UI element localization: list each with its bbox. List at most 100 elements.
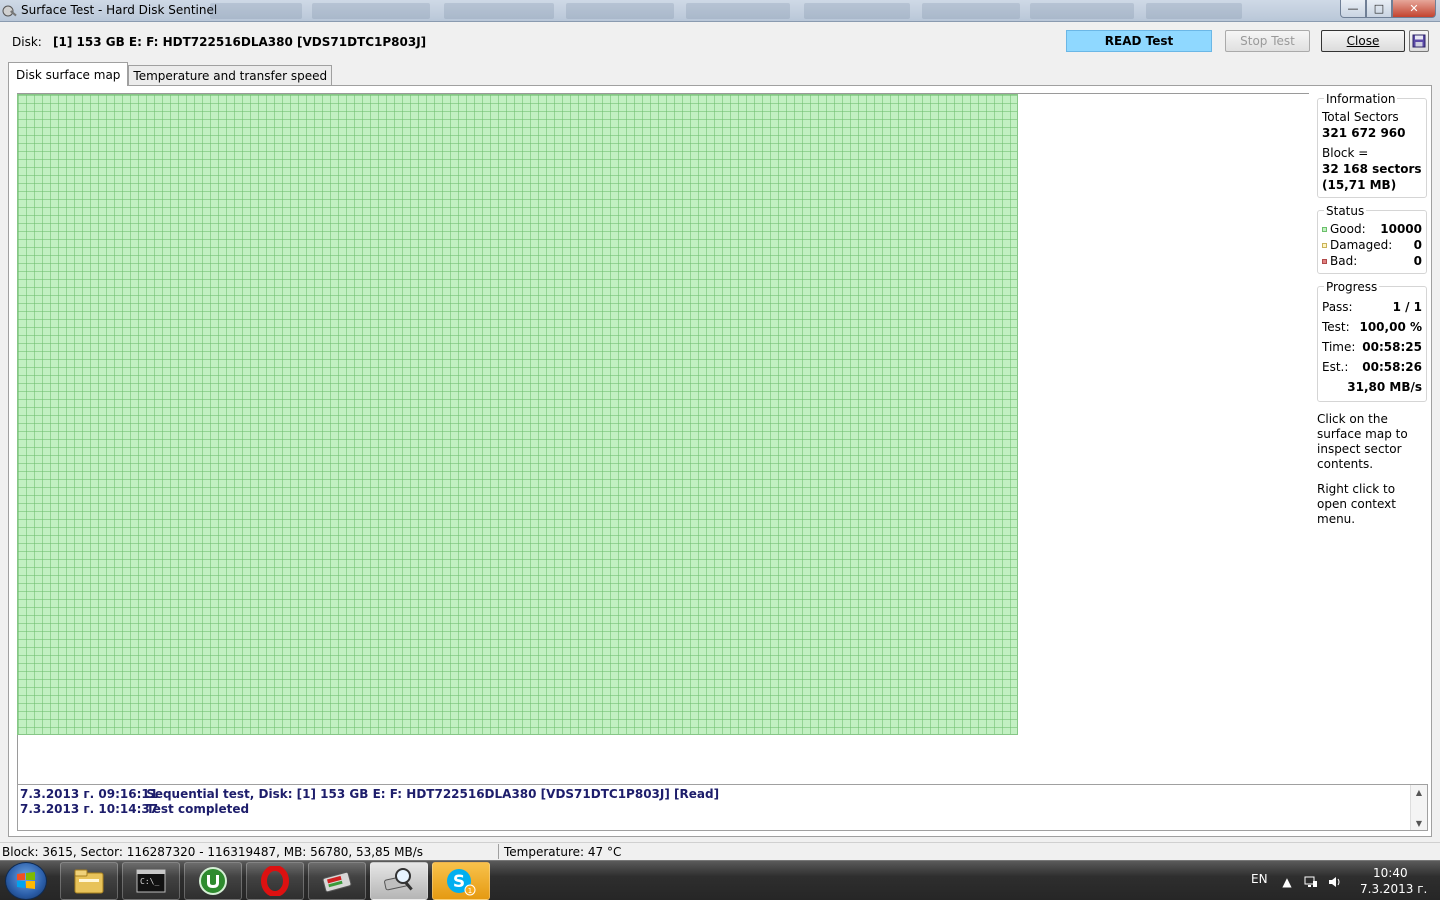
tab-disk-surface-map[interactable]: Disk surface map [8, 62, 129, 86]
close-window-button[interactable]: ✕ [1392, 0, 1436, 18]
tab-panel: Information Total Sectors 321 672 960 Bl… [8, 85, 1432, 837]
time-label: Time: [1322, 340, 1356, 354]
background-window-tab [210, 3, 302, 19]
test-label: Test: [1322, 320, 1350, 334]
scroll-down-arrow-icon[interactable]: ▼ [1411, 816, 1427, 830]
speed-value: 31,80 MB/s [1347, 380, 1422, 394]
test-percent-value: 100,00 % [1359, 320, 1422, 334]
log-entry-message: Sequential test, Disk: [1] 153 GB E: F: … [146, 787, 720, 801]
damaged-color-swatch [1322, 242, 1327, 248]
svg-text:S: S [453, 872, 465, 892]
time-value: 00:58:25 [1362, 340, 1422, 354]
test-row: Test: 100,00 % [1322, 317, 1422, 337]
app-icon [2, 5, 17, 17]
opera-icon [261, 866, 289, 896]
taskbar-utorrent[interactable] [184, 862, 242, 900]
show-hidden-icons-icon[interactable]: ▲ [1280, 875, 1294, 889]
status-group: Status Good: 10000 Damaged: 0 Bad: 0 [1317, 204, 1427, 274]
log-entry: 7.3.2013 г. 09:16:11 Sequential test, Di… [20, 787, 719, 801]
windows-logo-icon [17, 872, 35, 889]
est-label: Est.: [1322, 360, 1349, 374]
time-row: Time: 00:58:25 [1322, 337, 1422, 357]
title-bar[interactable]: Surface Test - Hard Disk Sentinel — □ ✕ [0, 0, 1440, 22]
log-box[interactable]: 7.3.2013 г. 09:16:11 Sequential test, Di… [17, 784, 1428, 831]
good-label: Good: [1330, 222, 1366, 236]
bad-label: Bad: [1330, 254, 1358, 268]
pass-row: Pass: 1 / 1 [1322, 297, 1422, 317]
status-bar-divider [498, 844, 499, 859]
skype-badge: 1 [468, 887, 472, 895]
status-good-row: Good: 10000 [1322, 221, 1422, 237]
status-title: Status [1324, 204, 1367, 218]
close-button[interactable]: Close [1321, 30, 1405, 52]
side-panel: Information Total Sectors 321 672 960 Bl… [1317, 92, 1427, 527]
folder-icon [74, 869, 104, 894]
command-prompt-icon: C:\_ [136, 869, 166, 893]
taskbar-explorer[interactable] [60, 862, 118, 900]
pass-label: Pass: [1322, 300, 1353, 314]
information-title: Information [1324, 92, 1398, 106]
close-icon: ✕ [1409, 2, 1419, 15]
log-entry: 7.3.2013 г. 10:14:37 Test completed [20, 802, 249, 816]
hard-disk-icon [322, 871, 352, 893]
stop-test-button[interactable]: Stop Test [1225, 30, 1310, 52]
background-window-tab [566, 3, 674, 19]
background-window-tab [922, 3, 1020, 19]
taskbar-skype[interactable]: S 1 [432, 862, 490, 900]
taskbar-hard-disk-sentinel[interactable] [308, 862, 366, 900]
taskbar-opera[interactable] [246, 862, 304, 900]
clock-date[interactable]: 7.3.2013 г. [1360, 882, 1427, 896]
log-entry-message: Test completed [146, 802, 250, 816]
volume-icon[interactable] [1328, 875, 1342, 889]
disk-magnifier-icon [384, 868, 413, 891]
maximize-icon: □ [1373, 2, 1385, 15]
save-button[interactable] [1409, 30, 1429, 52]
progress-title: Progress [1324, 280, 1380, 294]
background-window-tab [686, 3, 790, 19]
taskbar-surface-test[interactable] [370, 862, 428, 900]
disk-value: [1] 153 GB E: F: HDT722516DLA380 [VDS71D… [53, 35, 427, 49]
block-label: Block = [1322, 146, 1369, 160]
log-entry-time: 7.3.2013 г. 10:14:37 [20, 802, 159, 816]
damaged-label: Damaged: [1330, 238, 1393, 252]
est-row: Est.: 00:58:26 [1322, 357, 1422, 377]
network-icon[interactable] [1304, 875, 1318, 889]
pass-value: 1 / 1 [1392, 300, 1422, 314]
information-group: Information Total Sectors 321 672 960 Bl… [1317, 92, 1427, 198]
total-sectors-value: 321 672 960 [1322, 126, 1406, 140]
temperature-status: Temperature: 47 °C [504, 845, 622, 859]
utorrent-icon [199, 867, 227, 895]
window-controls: — □ ✕ [1340, 0, 1436, 18]
background-window-tab [312, 3, 430, 19]
start-button[interactable] [5, 862, 47, 900]
status-damaged-row: Damaged: 0 [1322, 237, 1422, 253]
context-menu-hint: Right click to open context menu. [1317, 482, 1396, 526]
minimize-button[interactable]: — [1340, 0, 1366, 18]
background-window-tab [1030, 3, 1134, 19]
taskbar-command-prompt[interactable]: C:\_ [122, 862, 180, 900]
background-window-tab [1146, 3, 1242, 19]
language-indicator[interactable]: EN [1251, 872, 1268, 886]
disk-surface-map[interactable] [17, 94, 1018, 735]
bad-value: 0 [1413, 254, 1422, 268]
tab-strip: Disk surface map Temperature and transfe… [8, 62, 333, 86]
save-icon [1412, 34, 1426, 48]
tab-temperature-transfer-speed[interactable]: Temperature and transfer speed [128, 65, 333, 86]
scroll-up-arrow-icon[interactable]: ▲ [1411, 785, 1427, 799]
log-scrollbar[interactable]: ▲ ▼ [1410, 785, 1427, 830]
window-client: Disk: [1] 153 GB E: F: HDT722516DLA380 [… [0, 22, 1440, 860]
background-window-tab [804, 3, 910, 19]
est-value: 00:58:26 [1362, 360, 1422, 374]
total-sectors-label: Total Sectors [1322, 110, 1399, 124]
speed-row: 31,80 MB/s [1322, 377, 1422, 397]
maximize-button[interactable]: □ [1366, 0, 1392, 18]
block-info-status: Block: 3615, Sector: 116287320 - 1163194… [2, 845, 424, 859]
minimize-icon: — [1347, 2, 1359, 15]
block-size-value: (15,71 MB) [1322, 178, 1397, 192]
background-window-tab [444, 3, 554, 19]
status-bar: Block: 3615, Sector: 116287320 - 1163194… [0, 842, 1440, 860]
clock-time[interactable]: 10:40 [1373, 866, 1408, 880]
good-color-swatch [1322, 226, 1327, 232]
taskbar: C:\_ S 1 EN ▲ 10:40 7.3.2013 г. [0, 860, 1440, 900]
read-test-button[interactable]: READ Test [1066, 30, 1212, 52]
